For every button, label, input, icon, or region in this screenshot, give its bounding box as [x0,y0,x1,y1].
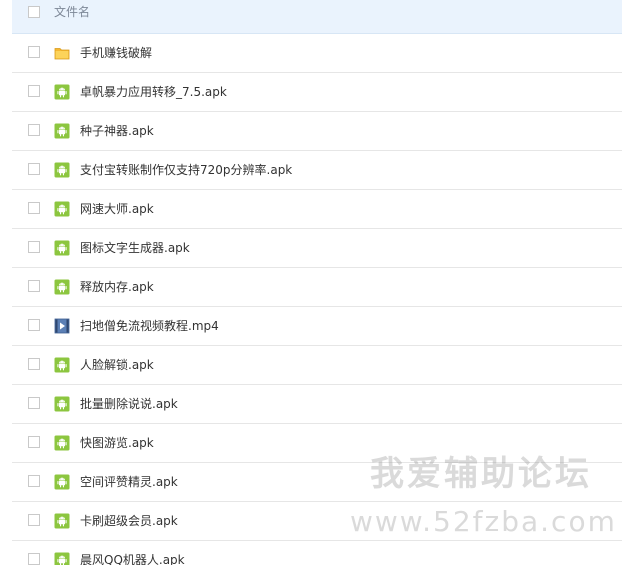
file-row[interactable]: 人脸解锁.apk [12,346,622,385]
file-row[interactable]: 卡刷超级会员.apk [12,502,622,541]
row-checkbox[interactable] [28,163,40,175]
android-apk-icon [54,123,70,139]
file-rows: 手机赚钱破解卓帆暴力应用转移_7.5.apk 种子神器.apk 支付宝转账制作仅支持… [12,34,622,565]
android-apk-icon [54,240,70,256]
file-row[interactable]: 空间评赞精灵.apk [12,463,622,502]
android-apk-icon [54,201,70,217]
row-checkbox[interactable] [28,553,40,565]
file-row[interactable]: 扫地僧免流视频教程.mp4 [12,307,622,346]
row-checkbox[interactable] [28,46,40,58]
file-name-link[interactable]: 卓帆暴力应用转移_7.5.apk [80,84,227,100]
file-list: 文件名 手机赚钱破解卓帆暴力应用转移_7.5.apk 种子神器.apk 支付宝转账制… [0,0,622,565]
row-checkbox[interactable] [28,436,40,448]
file-row[interactable]: 释放内存.apk [12,268,622,307]
file-name-link[interactable]: 人脸解锁.apk [80,357,154,373]
file-name-link[interactable]: 种子神器.apk [80,123,154,139]
file-name-link[interactable]: 空间评赞精灵.apk [80,474,178,490]
android-apk-icon [54,552,70,565]
android-apk-icon [54,435,70,451]
file-name-link[interactable]: 扫地僧免流视频教程.mp4 [80,318,219,334]
android-apk-icon [54,474,70,490]
row-checkbox[interactable] [28,280,40,292]
row-checkbox[interactable] [28,241,40,253]
row-checkbox[interactable] [28,124,40,136]
file-row[interactable]: 卓帆暴力应用转移_7.5.apk [12,73,622,112]
file-name-link[interactable]: 卡刷超级会员.apk [80,513,178,529]
video-file-icon [54,318,70,334]
file-name-link[interactable]: 手机赚钱破解 [80,45,152,61]
file-row[interactable]: 快图游览.apk [12,424,622,463]
filename-column-header[interactable]: 文件名 [54,4,90,20]
row-checkbox[interactable] [28,514,40,526]
row-checkbox[interactable] [28,397,40,409]
file-name-link[interactable]: 快图游览.apk [80,435,154,451]
file-row[interactable]: 图标文字生成器.apk [12,229,622,268]
file-name-link[interactable]: 图标文字生成器.apk [80,240,190,256]
select-all-checkbox[interactable] [28,6,40,18]
file-row[interactable]: 网速大师.apk [12,190,622,229]
row-checkbox[interactable] [28,202,40,214]
list-header: 文件名 [12,0,622,34]
file-row[interactable]: 种子神器.apk [12,112,622,151]
android-apk-icon [54,84,70,100]
android-apk-icon [54,162,70,178]
file-name-link[interactable]: 释放内存.apk [80,279,154,295]
file-name-link[interactable]: 批量删除说说.apk [80,396,178,412]
file-name-link[interactable]: 支付宝转账制作仅支持720p分辨率.apk [80,162,292,178]
file-name-link[interactable]: 网速大师.apk [80,201,154,217]
folder-icon [54,48,70,60]
row-checkbox[interactable] [28,85,40,97]
folder-row[interactable]: 手机赚钱破解 [12,34,622,73]
file-name-link[interactable]: 晨风QQ机器人.apk [80,552,185,565]
android-apk-icon [54,279,70,295]
android-apk-icon [54,396,70,412]
android-apk-icon [54,357,70,373]
android-apk-icon [54,513,70,529]
file-row[interactable]: 晨风QQ机器人.apk [12,541,622,565]
row-checkbox[interactable] [28,319,40,331]
row-checkbox[interactable] [28,358,40,370]
file-row[interactable]: 支付宝转账制作仅支持720p分辨率.apk [12,151,622,190]
row-checkbox[interactable] [28,475,40,487]
file-row[interactable]: 批量删除说说.apk [12,385,622,424]
